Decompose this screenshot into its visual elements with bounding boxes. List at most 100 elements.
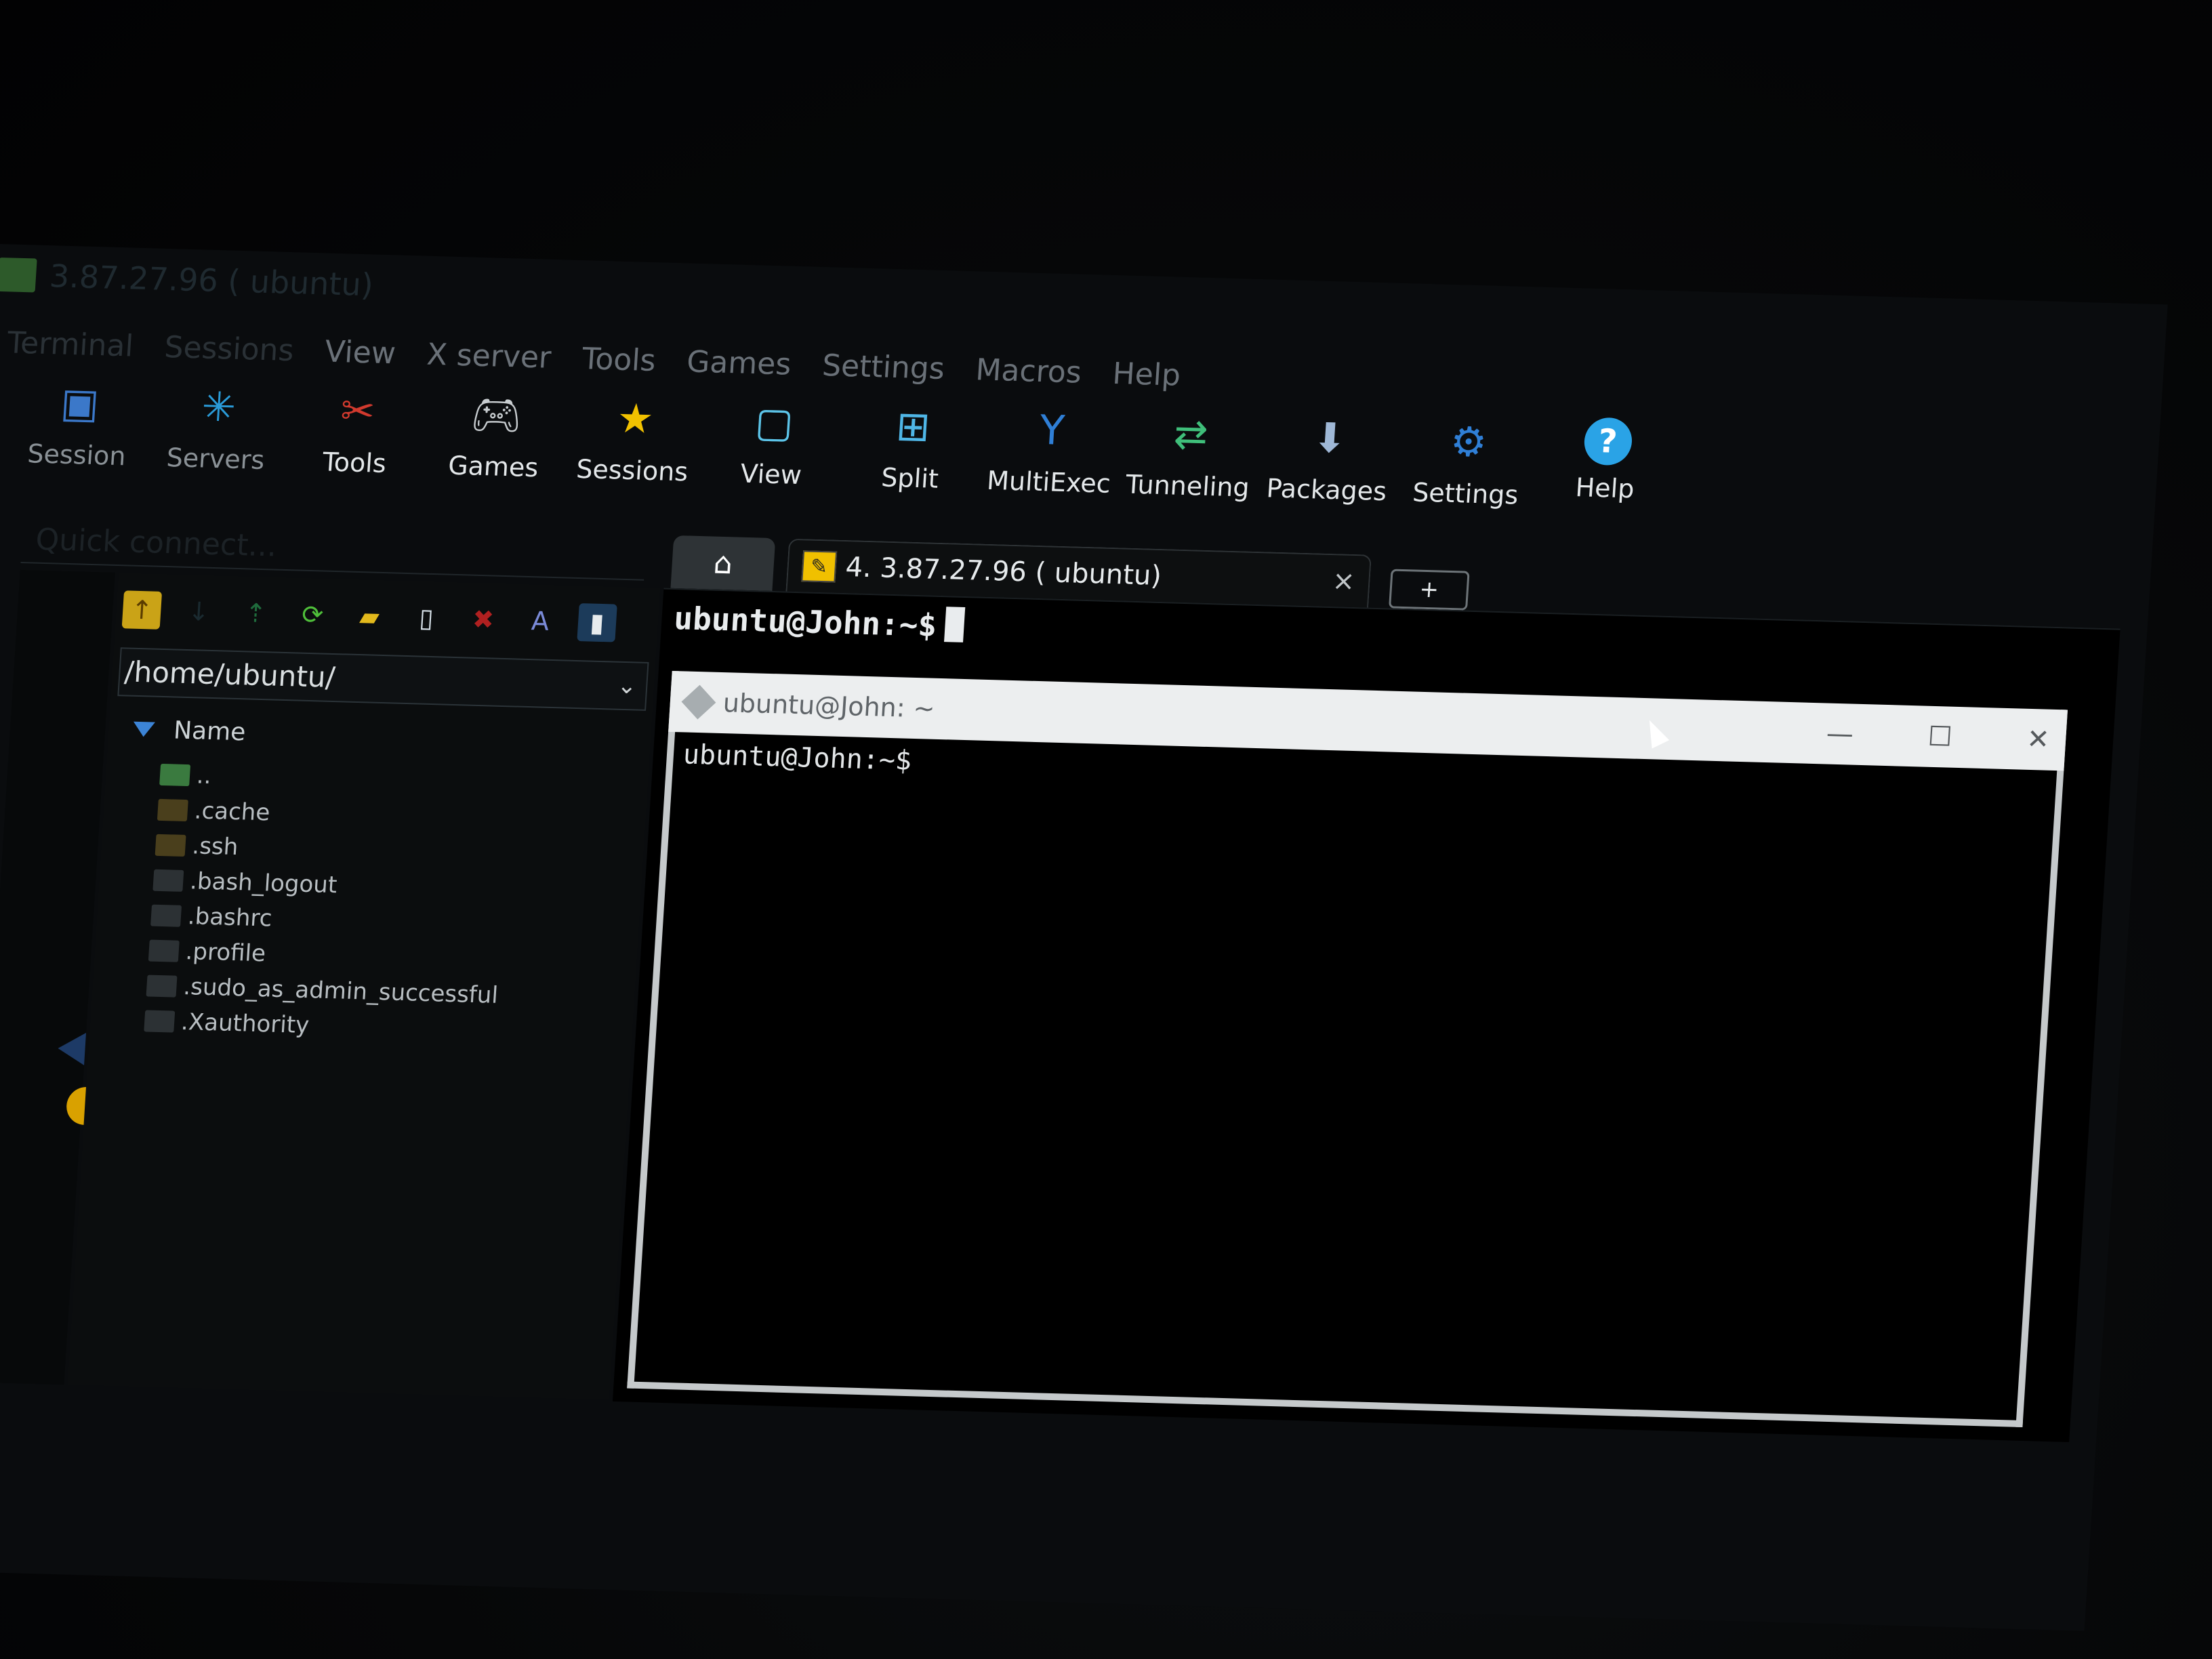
tab-session-label: 4. 3.87.27.96 ( ubuntu) — [844, 552, 1163, 592]
terminal-prompt: ubuntu@John:~$ — [672, 599, 966, 644]
name-column-header[interactable]: Name — [131, 709, 247, 753]
file-icon — [148, 939, 180, 962]
sessions-button[interactable]: ★ Sessions — [562, 388, 707, 487]
window-title: 3.87.27.96 ( ubuntu) — [48, 258, 375, 304]
split-button-label: Split — [880, 462, 940, 494]
x11-terminal-window[interactable]: ubuntu@John: ~ — ☐ ✕ ubuntu@John:~$ — [627, 670, 2068, 1428]
file-name: .cache — [193, 797, 271, 827]
new-file-icon[interactable]: ▯ — [406, 598, 446, 637]
menu-terminal[interactable]: Terminal — [6, 325, 134, 363]
settings-icon: ⚙ — [1448, 417, 1489, 467]
minimize-icon[interactable]: — — [1825, 718, 1854, 750]
refresh-icon[interactable]: ⟳ — [293, 595, 333, 634]
download-icon[interactable]: ↓ — [179, 592, 219, 631]
menu-macros[interactable]: Macros — [975, 352, 1082, 390]
x11-window-title: ubuntu@John: ~ — [722, 688, 936, 724]
tunneling-button[interactable]: ⇄ Tunneling — [1118, 404, 1263, 503]
name-column-label: Name — [172, 716, 247, 746]
chevron-down-icon[interactable]: ⌄ — [616, 663, 638, 710]
games-icon: 🎮︎ — [469, 390, 524, 440]
sessions-star-icon: ★ — [615, 394, 655, 443]
help-icon: ? — [1582, 417, 1633, 466]
terminal-prompt-text: ubuntu@John:~$ — [672, 600, 938, 644]
mouse-pointer-icon — [1641, 716, 1670, 749]
multiexec-icon: Y — [1038, 406, 1066, 455]
servers-button[interactable]: ✳ Servers — [145, 377, 290, 476]
terminal-app-icon — [681, 684, 716, 720]
packages-button[interactable]: ⬇ Packages — [1256, 408, 1401, 507]
file-list: .. .cache .ssh .bash_logout .bashrc .pro… — [144, 757, 636, 1052]
delete-icon[interactable]: ✖ — [463, 600, 503, 638]
terminal-cursor — [943, 607, 966, 642]
tools-icon: ✂ — [339, 387, 377, 436]
window-controls: — ☐ ✕ — [1825, 718, 2050, 756]
file-icon — [150, 904, 182, 927]
settings-button-label: Settings — [1412, 477, 1519, 510]
parent-folder-icon — [159, 763, 191, 787]
packages-button-label: Packages — [1265, 473, 1388, 507]
sftp-tab-icon[interactable] — [57, 1031, 87, 1065]
view-icon: ▢ — [753, 398, 796, 447]
session-button-label: Session — [26, 438, 127, 472]
close-tab-icon[interactable]: × — [1331, 565, 1355, 597]
settings-button[interactable]: ⚙ Settings — [1395, 412, 1540, 511]
servers-button-label: Servers — [165, 443, 266, 475]
new-folder-icon[interactable]: ▰ — [349, 597, 389, 636]
parent-folder-icon[interactable]: ↑ — [121, 590, 163, 630]
new-tab-button[interactable]: + — [1389, 569, 1470, 611]
ssh-session-icon: ✎ — [801, 550, 838, 583]
tunneling-icon: ⇄ — [1172, 410, 1210, 459]
file-name: .bashrc — [186, 903, 273, 933]
sessions-button-label: Sessions — [575, 453, 689, 487]
multiexec-button-label: MultiExec — [985, 465, 1112, 499]
help-button[interactable]: ? Help — [1534, 416, 1679, 506]
sftp-panel: ↑ ↓ ⇡ ⟳ ▰ ▯ ✖ A ▮ /home/ubuntu/ ⌄ Name .… — [67, 573, 661, 1400]
view-button-label: View — [739, 458, 803, 491]
file-name: .. — [195, 762, 212, 790]
games-button[interactable]: 🎮︎ Games — [423, 385, 568, 484]
tools-button-label: Tools — [321, 447, 388, 479]
menu-view[interactable]: View — [324, 334, 397, 371]
view-button[interactable]: ▢ View — [701, 392, 846, 491]
file-icon — [144, 1010, 176, 1033]
session-button[interactable]: ▣ Session — [6, 373, 151, 472]
file-icon — [146, 975, 178, 998]
menu-help[interactable]: Help — [1111, 356, 1181, 392]
tab-home[interactable]: ⌂ — [670, 535, 776, 592]
home-icon: ⌂ — [712, 546, 734, 581]
photo-background: 3.87.27.96 ( ubuntu) Terminal Sessions V… — [0, 0, 2212, 1659]
maximize-icon[interactable]: ☐ — [1927, 721, 1953, 753]
split-icon: ⊞ — [895, 403, 932, 451]
follow-terminal-icon[interactable]: ▮ — [577, 603, 617, 642]
sftp-toolbar: ↑ ↓ ⇡ ⟳ ▰ ▯ ✖ A ▮ — [121, 583, 617, 649]
file-name: .sudo_as_admin_successful — [182, 973, 499, 1009]
quick-connect-input[interactable]: Quick connect... — [20, 516, 647, 581]
session-icon: ▣ — [59, 379, 101, 428]
terminal-area[interactable]: ubuntu@John:~$ ubuntu@John: ~ — ☐ ✕ ubun… — [612, 588, 2121, 1442]
packages-icon: ⬇ — [1311, 414, 1349, 463]
menu-games[interactable]: Games — [686, 344, 792, 382]
rename-icon[interactable]: A — [520, 602, 560, 640]
menu-settings[interactable]: Settings — [821, 348, 946, 386]
menu-tools[interactable]: Tools — [581, 342, 657, 378]
folder-icon — [157, 798, 188, 822]
file-name: .profile — [184, 938, 267, 968]
split-button[interactable]: ⊞ Split — [840, 396, 985, 495]
x11-terminal-prompt: ubuntu@John:~$ — [682, 739, 913, 777]
menu-x-server[interactable]: X server — [426, 337, 552, 375]
sftp-path-field[interactable]: /home/ubuntu/ ⌄ — [117, 647, 649, 711]
folder-icon — [155, 834, 186, 857]
help-button-label: Help — [1574, 472, 1635, 504]
upload-icon[interactable]: ⇡ — [236, 594, 276, 632]
main-toolbar: ▣ Session ✳ Servers ✂ Tools 🎮︎ Games ★ S… — [5, 373, 1679, 541]
multiexec-button[interactable]: Y MultiExec — [979, 401, 1124, 499]
servers-icon: ✳ — [200, 383, 238, 432]
menu-sessions[interactable]: Sessions — [163, 329, 295, 367]
close-icon[interactable]: ✕ — [2026, 724, 2050, 756]
tunneling-button-label: Tunneling — [1124, 469, 1251, 503]
app-icon — [0, 257, 37, 293]
file-name: .bash_logout — [189, 867, 338, 899]
file-name: .ssh — [191, 832, 239, 861]
tools-button[interactable]: ✂ Tools — [284, 381, 429, 480]
sftp-path-text: /home/ubuntu/ — [123, 655, 337, 695]
